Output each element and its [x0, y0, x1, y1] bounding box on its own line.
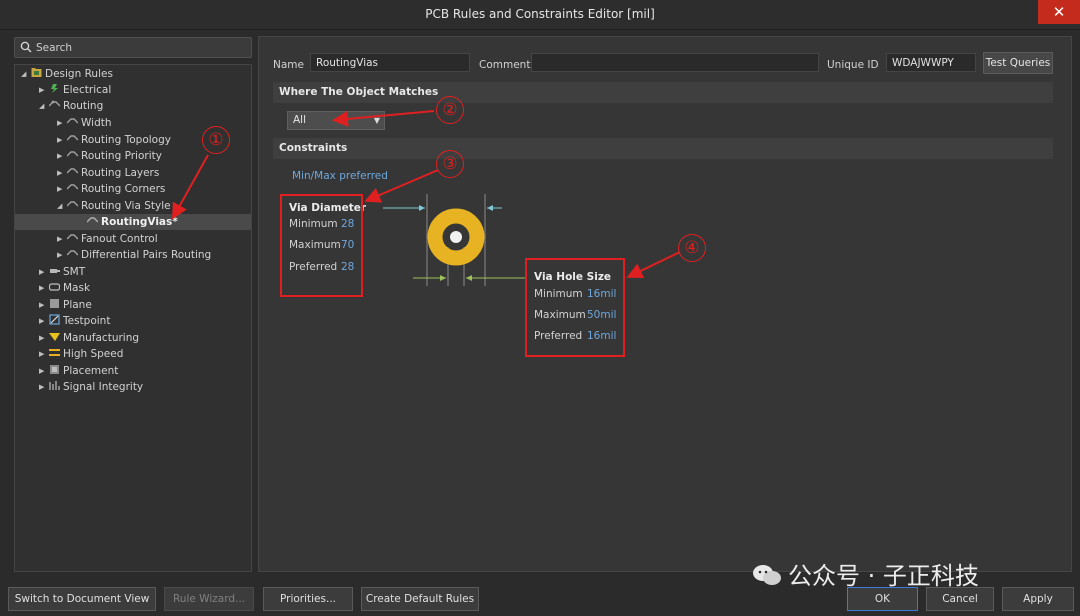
annotation-arrows: [172, 110, 681, 279]
rule-wizard-button[interactable]: Rule Wizard...: [164, 587, 254, 611]
create-default-rules-button[interactable]: Create Default Rules: [361, 587, 479, 611]
annotation-arrow-3: [364, 169, 439, 203]
watermark-text: 公众号 · 子正科技: [788, 562, 979, 590]
apply-button[interactable]: Apply: [1002, 587, 1074, 611]
annotation-arrow-4: [626, 251, 681, 279]
annotation-arrow-2: [332, 110, 435, 127]
priorities-button[interactable]: Priorities...: [263, 587, 353, 611]
watermark: 公众号 · 子正科技: [752, 556, 979, 591]
annotation-arrow-1: [172, 154, 209, 220]
switch-to-document-view-button[interactable]: Switch to Document View: [8, 587, 156, 611]
wechat-icon: [753, 565, 781, 585]
